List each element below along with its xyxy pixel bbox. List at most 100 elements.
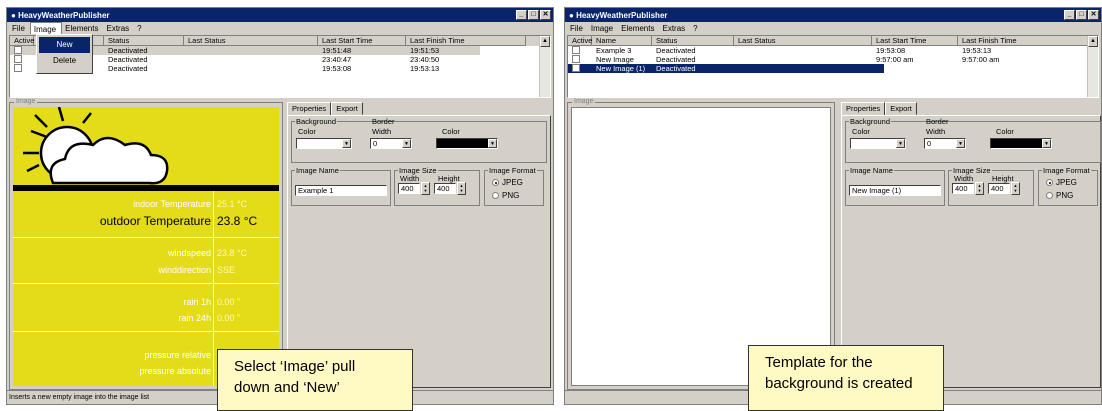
border-color-picker[interactable]: ▼ — [990, 138, 1052, 149]
chevron-down-icon[interactable]: ▼ — [896, 139, 905, 148]
width-input[interactable]: 400 — [952, 183, 974, 194]
size-width-label: Width — [400, 174, 420, 183]
menu-help[interactable]: ? — [134, 22, 146, 34]
menu-image[interactable]: Image — [29, 22, 63, 34]
menu-elements[interactable]: Elements — [618, 22, 659, 34]
menu-elements[interactable]: Elements — [62, 22, 103, 34]
result-callout: Template for the background is created — [748, 345, 944, 411]
chevron-down-icon[interactable]: ▼ — [1042, 139, 1051, 148]
col-active[interactable]: Active — [568, 36, 592, 46]
menu-image[interactable]: Image — [588, 22, 618, 34]
menu-item-delete[interactable]: Delete — [39, 53, 90, 69]
border-width-select[interactable]: 0 ▼ — [370, 138, 412, 149]
size-width-label: Width — [954, 174, 974, 183]
list-item[interactable]: New Image Deactivated 9:57:00 am 9:57:00… — [568, 55, 1098, 64]
width-input[interactable]: 400 — [398, 183, 420, 194]
active-checkbox[interactable] — [14, 64, 22, 72]
title-bar: ● HeavyWeatherPublisher _ □ ✕ — [565, 8, 1101, 22]
active-checkbox[interactable] — [572, 55, 580, 63]
panel-label: Image — [572, 98, 596, 106]
col-last-finish[interactable]: Last Finish Time — [406, 36, 526, 46]
menu-bar: File Image Elements Extras ? — [565, 22, 1101, 34]
col-last-status[interactable]: Last Status — [734, 36, 872, 46]
minimize-button[interactable]: _ — [516, 10, 527, 20]
window-title: HeavyWeatherPublisher — [18, 11, 110, 20]
width-stepper[interactable]: ▲ ▼ — [975, 182, 984, 195]
border-color-label: Color — [442, 127, 460, 136]
border-width-label: Width — [372, 127, 392, 136]
chevron-down-icon[interactable]: ▼ — [956, 139, 965, 148]
col-last-start[interactable]: Last Start Time — [318, 36, 406, 46]
menu-file[interactable]: File — [567, 22, 588, 34]
list-header: Active Name Status Last Status Last Star… — [568, 36, 1098, 46]
tab-properties[interactable]: Properties — [287, 102, 332, 115]
image-name-input[interactable]: Example 1 — [295, 185, 387, 196]
menu-file[interactable]: File — [9, 22, 30, 34]
color-label: Color — [298, 127, 316, 136]
active-checkbox[interactable] — [14, 55, 22, 63]
menu-bar: File Image Elements Extras ? — [7, 22, 553, 34]
color-label: Color — [852, 127, 870, 136]
height-input[interactable]: 400 — [434, 183, 456, 194]
list-item[interactable]: Example 3 Deactivated 19:53:08 19:53:13 — [568, 46, 1098, 55]
height-stepper[interactable]: ▲ ▼ — [457, 182, 466, 195]
minimize-button[interactable]: _ — [1064, 10, 1075, 20]
border-width-label: Width — [926, 127, 946, 136]
format-png-radio[interactable]: PNG — [492, 191, 519, 200]
menu-extras[interactable]: Extras — [103, 22, 134, 34]
chevron-down-icon[interactable]: ▼ — [402, 139, 411, 148]
instruction-callout: Select ‘Image’ pull down and ‘New’ — [217, 349, 413, 411]
maximize-button[interactable]: □ — [528, 10, 539, 20]
border-width-select[interactable]: 0 ▼ — [924, 138, 966, 149]
background-color-picker[interactable]: ▼ — [850, 138, 906, 149]
chevron-down-icon[interactable]: ▼ — [488, 139, 497, 148]
col-last-status[interactable]: Last Status — [184, 36, 318, 46]
format-jpeg-radio[interactable]: JPEG — [1046, 178, 1077, 187]
col-status[interactable]: Status — [104, 36, 184, 46]
properties-panel: Properties Export Background Color ▼ Bor… — [287, 102, 551, 388]
menu-item-new[interactable]: New — [39, 37, 90, 53]
image-preview-panel: Image indoor Temperature 25.1 °C outdoor … — [9, 98, 283, 390]
col-active[interactable]: Active — [10, 36, 34, 46]
menu-help[interactable]: ? — [690, 22, 702, 34]
sun-cloud-icon — [13, 107, 279, 191]
active-checkbox[interactable] — [572, 64, 580, 72]
col-last-start[interactable]: Last Start Time — [872, 36, 958, 46]
image-menu-dropdown: New Delete — [36, 34, 93, 74]
col-status[interactable]: Status — [652, 36, 734, 46]
image-list[interactable]: Active Name Status Last Status Last Star… — [567, 35, 1099, 98]
width-stepper[interactable]: ▲ ▼ — [421, 182, 430, 195]
col-name[interactable]: Name — [592, 36, 652, 46]
maximize-button[interactable]: □ — [1076, 10, 1087, 20]
scroll-up-icon[interactable]: ▲ — [1088, 36, 1098, 47]
scroll-up-icon[interactable]: ▲ — [540, 36, 550, 47]
image-name-input[interactable]: New Image (1) — [849, 185, 941, 196]
format-jpeg-radio[interactable]: JPEG — [492, 178, 523, 187]
border-group-label: Border — [372, 117, 395, 126]
panel-label: Image — [14, 98, 38, 106]
background-color-picker[interactable]: ▼ — [296, 138, 352, 149]
window-title: HeavyWeatherPublisher — [576, 11, 668, 20]
active-checkbox[interactable] — [14, 46, 22, 54]
border-color-label: Color — [996, 127, 1014, 136]
list-item-selected[interactable]: New Image (1) Deactivated — [568, 64, 884, 73]
height-input[interactable]: 400 — [988, 183, 1010, 194]
list-scrollbar[interactable]: ▲ — [539, 36, 550, 97]
col-last-finish[interactable]: Last Finish Time — [958, 36, 1088, 46]
format-png-radio[interactable]: PNG — [1046, 191, 1073, 200]
tab-export[interactable]: Export — [331, 102, 363, 115]
tab-properties[interactable]: Properties — [841, 102, 886, 115]
properties-tab-page: Background Color ▼ Border Width 0 ▼ Color… — [287, 115, 551, 388]
chevron-down-icon[interactable]: ▼ — [342, 139, 351, 148]
active-checkbox[interactable] — [572, 46, 580, 54]
close-button[interactable]: ✕ — [540, 10, 551, 20]
tab-export[interactable]: Export — [885, 102, 917, 115]
height-stepper[interactable]: ▲ ▼ — [1011, 182, 1020, 195]
close-button[interactable]: ✕ — [1088, 10, 1099, 20]
title-bar: ● HeavyWeatherPublisher _ □ ✕ — [7, 8, 553, 22]
border-group-label: Border — [926, 117, 949, 126]
menu-extras[interactable]: Extras — [659, 22, 690, 34]
list-scrollbar[interactable]: ▲ — [1087, 36, 1098, 97]
border-color-picker[interactable]: ▼ — [436, 138, 498, 149]
weather-image-canvas: indoor Temperature 25.1 °C outdoor Temper… — [13, 107, 279, 386]
